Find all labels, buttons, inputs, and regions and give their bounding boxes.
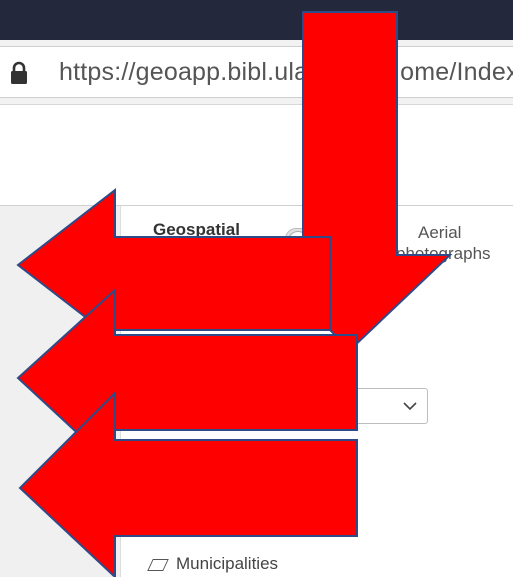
left-panel (0, 206, 121, 577)
browser-address-bar: https://geoapp.bibl.ulaval.ca/Home/Index (0, 40, 513, 105)
polygon-layer-icon (147, 558, 169, 571)
tab-aerial-label-line1: Aerial (418, 223, 462, 242)
layer-select-dropdown[interactable] (340, 388, 428, 424)
tab-aerial-label-line2: photographs (396, 244, 491, 263)
layer-item-label: Municipalities (176, 554, 279, 573)
layer-item-municipalities[interactable]: Municipalities (147, 554, 279, 574)
url-text: https://geoapp.bibl.ulaval.ca/Home/Index (59, 58, 513, 86)
url-field[interactable]: https://geoapp.bibl.ulaval.ca/Home/Index (0, 46, 513, 98)
data-type-toggle[interactable] (285, 228, 331, 252)
browser-titlebar (0, 0, 513, 40)
page-header-area (0, 105, 513, 205)
chevron-down-icon (403, 402, 417, 411)
lock-icon (11, 61, 27, 84)
tab-aerial-photographs[interactable]: Aerial photographs (396, 222, 508, 264)
tab-geospatial[interactable]: Geospatial (153, 220, 240, 240)
